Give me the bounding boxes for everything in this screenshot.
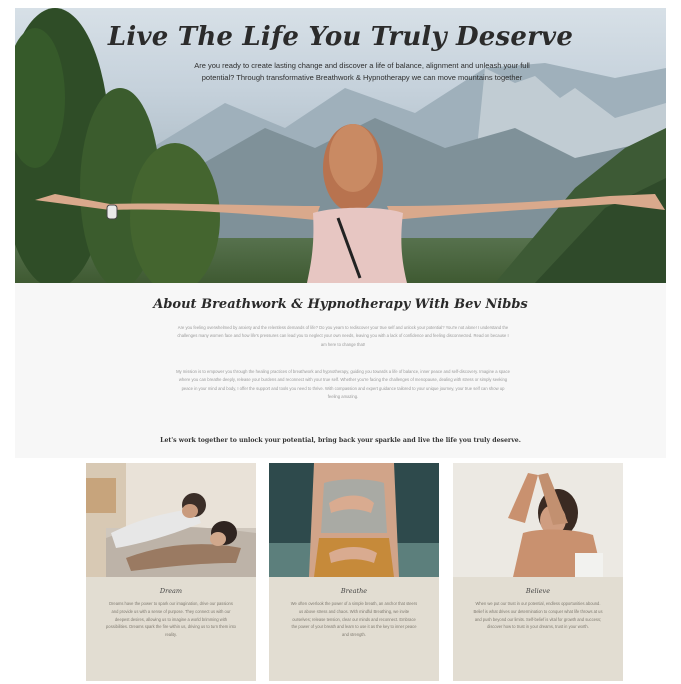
card-text: When we put our trust in our potential, … bbox=[473, 601, 603, 630]
card-believe[interactable]: Believe When we put our trust in our pot… bbox=[453, 463, 623, 681]
page: Live The Life You Truly Deserve Are you … bbox=[0, 0, 681, 684]
card-title: Dream bbox=[159, 587, 183, 595]
about-paragraph-2: My mission is to empower you through the… bbox=[176, 369, 510, 399]
hero-title: Live The Life You Truly Deserve bbox=[107, 22, 574, 52]
card-title: Believe bbox=[525, 587, 551, 595]
card-breathe[interactable]: Breathe We often overlook the power of a… bbox=[269, 463, 439, 681]
about-call-to-action: Let's work together to unlock your poten… bbox=[160, 437, 521, 444]
believe-image bbox=[453, 463, 623, 577]
hero-banner: Live The Life You Truly Deserve Are you … bbox=[15, 8, 666, 283]
card-dream[interactable]: Dream Dreams have the power to spark our… bbox=[86, 463, 256, 681]
card-text: We often overlook the power of a simple … bbox=[290, 601, 418, 638]
about-paragraph-1: Are you feeling overwhelmed by anxiety a… bbox=[177, 325, 509, 347]
dream-image bbox=[86, 463, 256, 577]
about-title: About Breathwork & Hypnotherapy With Bev… bbox=[153, 297, 528, 312]
hero-subtitle: Are you ready to create lasting change a… bbox=[194, 61, 530, 82]
breathe-image bbox=[269, 463, 439, 577]
about-section: About Breathwork & Hypnotherapy With Bev… bbox=[15, 283, 666, 458]
card-title: Breathe bbox=[340, 587, 368, 595]
card-text: Dreams have the power to spark our imagi… bbox=[106, 601, 236, 638]
